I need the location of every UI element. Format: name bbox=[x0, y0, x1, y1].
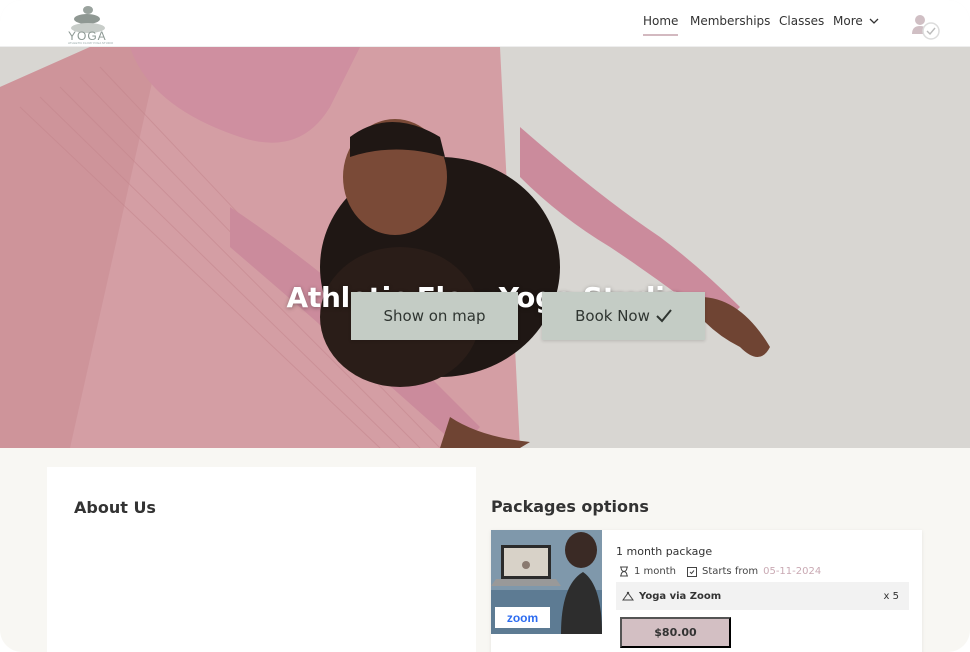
calendar-check-icon bbox=[687, 567, 697, 577]
book-now-button[interactable]: Book Now bbox=[542, 292, 705, 340]
yoga-class-icon bbox=[622, 591, 634, 601]
package-start-date: 05-11-2024 bbox=[763, 566, 822, 577]
page-frame: YOGA ATHLETIC FLOW YOGA STUDIO Home Memb… bbox=[0, 0, 970, 652]
nav-memberships[interactable]: Memberships bbox=[690, 14, 770, 28]
show-on-map-button[interactable]: Show on map bbox=[351, 292, 518, 340]
packages-heading: Packages options bbox=[491, 497, 649, 516]
hero-banner: Athletic Flow Yoga Studio Show on map Bo… bbox=[0, 47, 970, 448]
about-us-title: About Us bbox=[74, 498, 156, 517]
package-name: 1 month package bbox=[616, 545, 713, 558]
hourglass-icon bbox=[620, 566, 628, 577]
package-meta: 1 month Starts from 05-11-2024 bbox=[619, 566, 821, 577]
zoom-badge: zoom bbox=[495, 607, 550, 628]
package-class-name: Yoga via Zoom bbox=[639, 590, 722, 602]
hero-photo-yoga-woman bbox=[0, 47, 970, 448]
nav-more[interactable]: More bbox=[833, 14, 879, 28]
starts-from-label: Starts from bbox=[702, 566, 759, 577]
package-card[interactable]: zoom 1 month package 1 month Starts from… bbox=[491, 530, 922, 652]
nav-classes[interactable]: Classes bbox=[779, 14, 824, 28]
nav-home[interactable]: Home bbox=[643, 14, 679, 36]
logo-tagline: ATHLETIC FLOW YOGA STUDIO bbox=[68, 41, 114, 45]
package-price-button[interactable]: $80.00 bbox=[620, 617, 731, 648]
nav-more-label: More bbox=[833, 14, 863, 28]
package-class-row: Yoga via Zoom x 5 bbox=[616, 582, 909, 610]
package-class-count: x 5 bbox=[883, 590, 899, 602]
checkmark-icon bbox=[656, 309, 672, 323]
site-header: YOGA ATHLETIC FLOW YOGA STUDIO Home Memb… bbox=[0, 0, 970, 47]
book-now-label: Book Now bbox=[575, 307, 650, 325]
package-thumbnail: zoom bbox=[491, 530, 602, 634]
chevron-down-icon bbox=[869, 18, 879, 24]
about-us-card: About Us bbox=[47, 467, 476, 652]
package-duration: 1 month bbox=[634, 566, 676, 577]
user-account-icon[interactable] bbox=[910, 12, 942, 40]
